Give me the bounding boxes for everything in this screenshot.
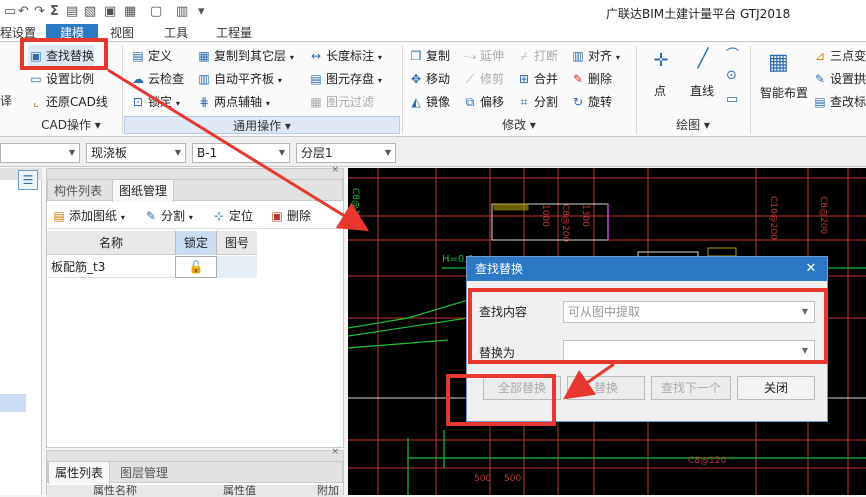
arrow-to-replace-all	[563, 362, 615, 400]
arrow-to-canvas	[107, 68, 370, 232]
annotation-arrows	[107, 68, 615, 400]
